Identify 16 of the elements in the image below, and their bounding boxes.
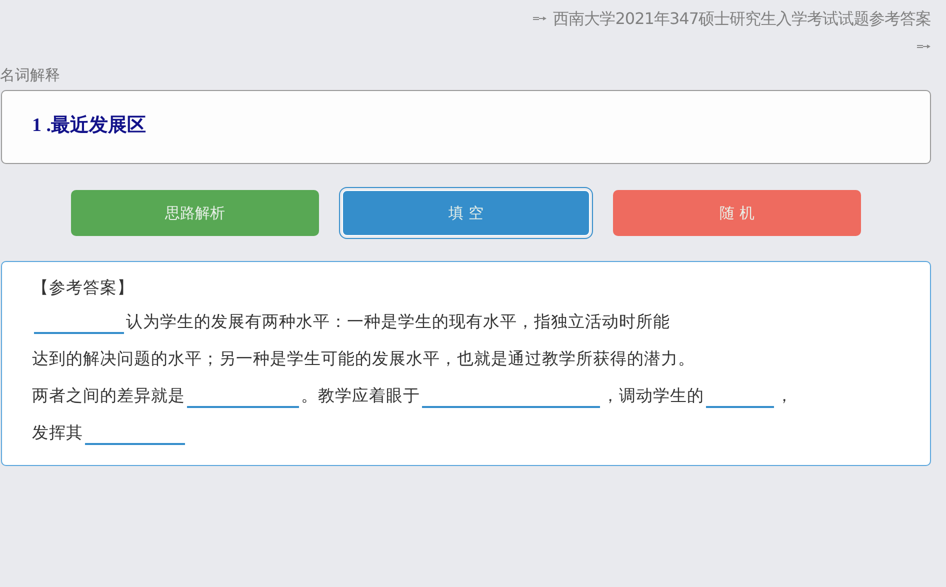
answer-text: 两者之间的差异就是 bbox=[32, 385, 185, 407]
answer-heading: 【参考答案】 bbox=[32, 277, 135, 299]
answer-text: 认为学生的发展有两种水平：一种是学生的现有水平，指独立活动时所能 bbox=[126, 311, 670, 333]
action-button[interactable]: 填 空 bbox=[342, 190, 590, 236]
question-text: 1 .最近发展区 bbox=[32, 115, 146, 136]
action-button[interactable]: 思路解析 bbox=[71, 190, 319, 236]
answer-text: 达到的解决问题的水平；另一种是学生可能的发展水平，也就是通过教学所获得的潜力。 bbox=[32, 348, 695, 370]
section-label: 名词解释 bbox=[0, 66, 61, 86]
action-button[interactable]: 随 机 bbox=[613, 190, 861, 236]
arrow-icon bbox=[917, 44, 931, 50]
answer-text: ，调动学生的 bbox=[602, 385, 704, 407]
page-title: 西南大学2021年347硕士研究生入学考试试题参考答案 bbox=[553, 8, 931, 30]
answer-text: 发挥其 bbox=[32, 422, 83, 444]
answer-text: ， bbox=[776, 385, 793, 407]
arrow-icon bbox=[533, 16, 548, 22]
answer-text: 。教学应着眼于 bbox=[301, 385, 420, 407]
